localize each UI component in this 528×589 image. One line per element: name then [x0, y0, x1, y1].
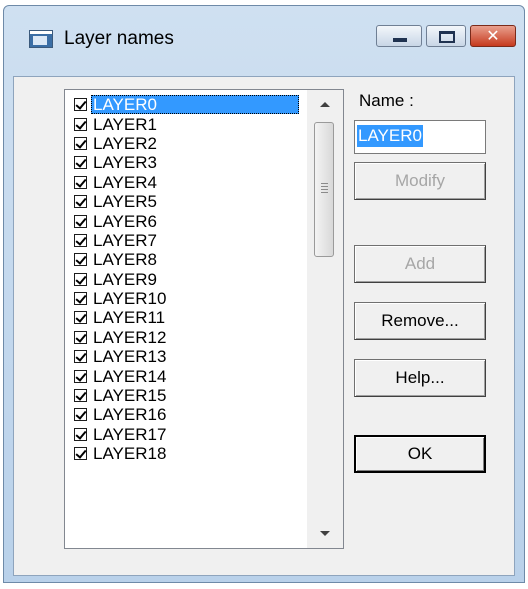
layer-visibility-checkbox[interactable] — [74, 311, 87, 325]
layer-list-item-label: LAYER17 — [93, 424, 167, 444]
layer-list-item-label: LAYER8 — [93, 250, 157, 270]
layer-visibility-checkbox[interactable] — [74, 156, 87, 170]
layer-visibility-checkbox[interactable] — [74, 136, 87, 150]
layer-list-item[interactable]: LAYER13 — [67, 347, 299, 366]
layer-visibility-checkbox[interactable] — [74, 330, 87, 344]
layer-list-item-label: LAYER13 — [93, 347, 167, 367]
layer-list-item-label: LAYER15 — [93, 386, 167, 406]
modify-button[interactable]: Modify — [354, 162, 486, 200]
close-icon: ✕ — [486, 26, 500, 45]
dialog-body: LAYER0 LAYER1 LAYER2 LAYER3 LAYER4 LAYER5 LAYE… — [13, 76, 515, 576]
layer-list-item-label: LAYER4 — [93, 172, 157, 192]
layer-list-scrollbar[interactable] — [307, 90, 343, 548]
layer-list-item[interactable]: LAYER11 — [67, 308, 299, 327]
maximize-icon — [439, 31, 455, 43]
layer-visibility-checkbox[interactable] — [74, 369, 87, 383]
layer-list-item[interactable]: LAYER14 — [67, 366, 299, 386]
layer-visibility-checkbox[interactable] — [74, 447, 87, 461]
scroll-up-arrow-icon[interactable] — [320, 102, 330, 107]
layer-list-item[interactable]: LAYER12 — [67, 328, 299, 347]
layer-list-items: LAYER0 LAYER1 LAYER2 LAYER3 LAYER4 LAYER5 LAYE… — [67, 95, 299, 463]
layer-visibility-checkbox[interactable] — [74, 408, 87, 422]
layer-list-item-label: LAYER6 — [93, 211, 157, 231]
layer-list-item-label: LAYER14 — [93, 366, 167, 386]
name-label: Name : — [359, 91, 414, 110]
layer-visibility-checkbox[interactable] — [74, 292, 87, 306]
layer-list-item[interactable]: LAYER7 — [67, 231, 299, 250]
layer-list-item[interactable]: LAYER18 — [67, 444, 299, 463]
layer-visibility-checkbox[interactable] — [74, 253, 87, 267]
minimize-button[interactable] — [376, 25, 422, 47]
layer-visibility-checkbox[interactable] — [74, 195, 87, 209]
window-title: Layer names — [64, 28, 174, 49]
layer-list-item[interactable]: LAYER4 — [67, 173, 299, 192]
layer-visibility-checkbox[interactable] — [74, 214, 87, 228]
layer-visibility-checkbox[interactable] — [74, 175, 87, 189]
layer-list-item-label: LAYER10 — [93, 289, 167, 309]
layer-visibility-checkbox[interactable] — [74, 117, 87, 131]
scrollbar-thumb[interactable] — [314, 122, 334, 257]
layer-list-item[interactable]: LAYER5 — [67, 192, 299, 211]
help-button[interactable]: Help... — [354, 359, 486, 397]
layer-list-item[interactable]: LAYER3 — [67, 153, 299, 172]
layer-list[interactable]: LAYER0 LAYER1 LAYER2 LAYER3 LAYER4 LAYER5 LAYE… — [64, 89, 344, 549]
layer-visibility-checkbox[interactable] — [74, 272, 87, 286]
ok-button[interactable]: OK — [354, 435, 486, 473]
layer-names-dialog: Layer names ✕ LAYER0 LAYER1 LAYER2 LAYER3 LA… — [3, 5, 525, 583]
close-button[interactable]: ✕ — [470, 25, 516, 47]
layer-list-item[interactable]: LAYER8 — [67, 250, 299, 269]
layer-visibility-checkbox[interactable] — [74, 427, 87, 441]
minimize-icon — [393, 38, 407, 42]
maximize-button[interactable] — [426, 25, 466, 47]
add-button[interactable]: Add — [354, 245, 486, 283]
layer-visibility-checkbox[interactable] — [74, 389, 87, 403]
scroll-down-arrow-icon[interactable] — [320, 531, 330, 536]
layer-list-item[interactable]: LAYER1 — [67, 114, 299, 134]
layer-list-item-label: LAYER3 — [93, 153, 157, 173]
layer-list-item[interactable]: LAYER6 — [67, 211, 299, 231]
layer-list-item[interactable]: LAYER9 — [67, 270, 299, 289]
scrollbar-grip-icon — [321, 183, 328, 194]
layer-visibility-checkbox[interactable] — [74, 98, 87, 112]
layer-list-item-label: LAYER0 — [91, 95, 299, 115]
layer-list-item[interactable]: LAYER15 — [67, 386, 299, 405]
layer-list-item[interactable]: LAYER17 — [67, 425, 299, 444]
layer-list-item[interactable]: LAYER2 — [67, 134, 299, 153]
layer-list-item-label: LAYER11 — [93, 308, 166, 328]
layer-list-item-label: LAYER2 — [93, 133, 157, 153]
layer-list-item-label: LAYER1 — [93, 114, 157, 134]
layer-visibility-checkbox[interactable] — [74, 233, 87, 247]
layer-list-item[interactable]: LAYER10 — [67, 289, 299, 308]
layer-list-item-label: LAYER12 — [93, 327, 167, 347]
layer-list-item[interactable]: LAYER0 — [67, 95, 299, 115]
layer-list-item-label: LAYER18 — [93, 444, 167, 464]
name-field[interactable]: LAYER0 — [354, 120, 486, 154]
layer-list-item-label: LAYER5 — [93, 192, 157, 212]
layer-list-item-label: LAYER16 — [93, 405, 167, 425]
remove-button[interactable]: Remove... — [354, 302, 486, 340]
layer-list-item[interactable]: LAYER16 — [67, 405, 299, 424]
layer-list-item-label: LAYER9 — [93, 269, 157, 289]
layer-visibility-checkbox[interactable] — [74, 350, 87, 364]
layer-list-item-label: LAYER7 — [93, 230, 157, 250]
name-field-value: LAYER0 — [357, 125, 423, 147]
window-icon — [29, 30, 53, 48]
title-bar[interactable]: Layer names ✕ — [4, 6, 524, 76]
